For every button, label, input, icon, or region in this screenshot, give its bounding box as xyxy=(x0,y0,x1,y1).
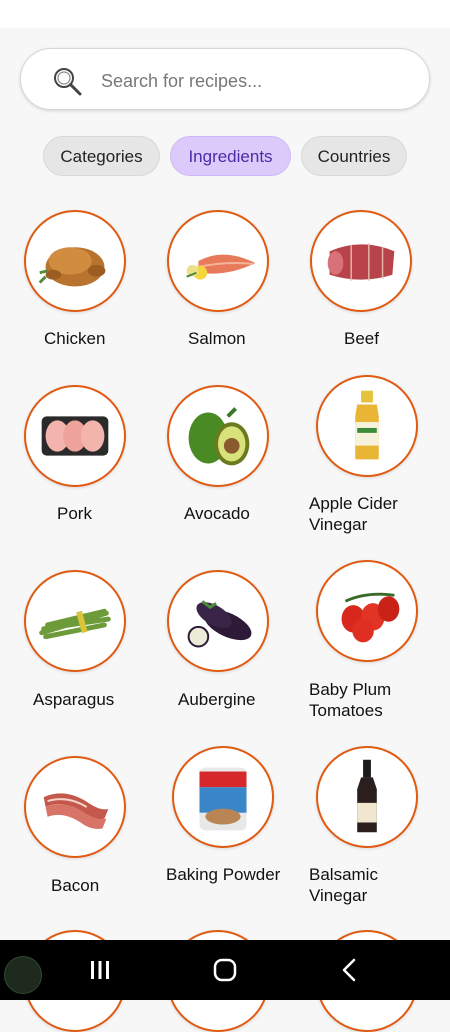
home-button[interactable] xyxy=(195,940,255,1000)
ingredient-name: Beef xyxy=(344,329,379,348)
status-bar xyxy=(0,0,450,28)
recent-apps-button[interactable] xyxy=(70,940,130,1000)
avocado-image xyxy=(167,385,269,487)
ingredient-name: Asparagus xyxy=(33,690,115,709)
aubergine-image xyxy=(167,570,269,672)
ingredient-name: Avocado xyxy=(184,504,250,523)
apple-cider-vinegar-image xyxy=(316,375,418,477)
ingredient-name: Pork xyxy=(57,504,92,523)
asparagus-image xyxy=(24,570,126,672)
tab-ingredients[interactable]: Ingredients xyxy=(170,136,291,176)
ingredient-name: Baby Plum Tomatoes xyxy=(309,680,392,720)
ingredient-name: Balsamic Vinegar xyxy=(309,865,378,905)
search-icon xyxy=(54,68,82,96)
tab-countries[interactable]: Countries xyxy=(301,136,407,176)
beef-image xyxy=(310,210,412,312)
tab-categories[interactable]: Categories xyxy=(43,136,160,176)
recent-apps-icon xyxy=(91,961,109,979)
baby-plum-tomatoes-image xyxy=(316,560,418,662)
watermark-logo xyxy=(4,956,42,994)
chicken-image xyxy=(24,210,126,312)
search-bar[interactable] xyxy=(20,48,430,110)
back-button[interactable] xyxy=(320,940,380,1000)
ingredient-name: Baking Powder xyxy=(166,865,281,884)
ingredient-name: Chicken xyxy=(44,329,106,348)
baking-powder-image xyxy=(172,746,274,848)
ingredient-name: Bacon xyxy=(51,876,100,895)
home-icon xyxy=(213,958,237,982)
search-input[interactable] xyxy=(99,61,403,101)
ingredient-name: Aubergine xyxy=(178,690,256,709)
salmon-image xyxy=(167,210,269,312)
ingredient-name: Apple Cider Vinegar xyxy=(309,494,398,534)
bacon-image xyxy=(24,756,126,858)
back-icon xyxy=(342,958,356,982)
pork-image xyxy=(24,385,126,487)
system-nav-bar xyxy=(0,940,450,1000)
balsamic-vinegar-image xyxy=(316,746,418,848)
ingredient-name: Salmon xyxy=(188,329,246,348)
